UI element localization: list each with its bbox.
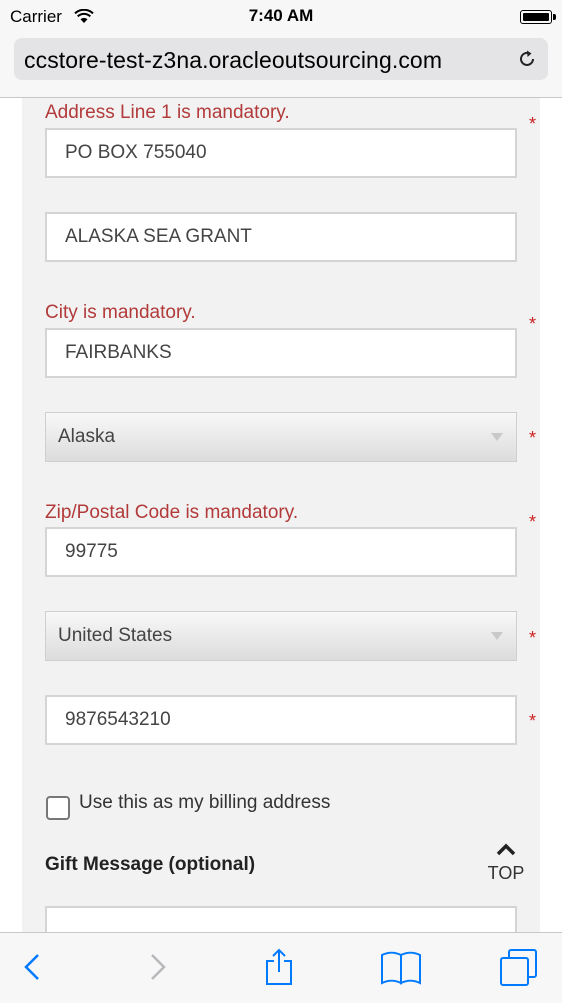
state-value: Alaska <box>58 426 116 447</box>
state-required-marker: * <box>529 428 537 448</box>
back-to-top-label: TOP <box>487 863 525 883</box>
tabs-icon[interactable] <box>498 947 540 992</box>
city-required-marker: * <box>529 314 537 334</box>
reload-icon[interactable] <box>516 48 538 75</box>
forward-icon[interactable] <box>144 947 170 992</box>
address1-required-marker: * <box>529 114 537 134</box>
back-to-top-button[interactable]: TOP <box>480 842 532 884</box>
status-bar: Carrier 7:40 AM <box>0 0 562 34</box>
billing-address-label[interactable]: Use this as my billing address <box>79 792 330 814</box>
share-icon[interactable] <box>262 947 296 992</box>
address-bar[interactable]: ccstore-test-z3na.oracleoutsourcing.com <box>14 38 548 80</box>
chevron-up-icon <box>496 843 516 856</box>
gift-message-field[interactable] <box>45 906 517 932</box>
browser-toolbar <box>0 932 562 1003</box>
chevron-down-icon <box>478 612 516 660</box>
phone-required-marker: * <box>529 711 537 731</box>
billing-address-checkbox[interactable] <box>46 796 70 820</box>
address1-error: Address Line 1 is mandatory. <box>45 102 290 123</box>
address2-value: ALASKA SEA GRANT <box>65 226 252 247</box>
back-icon[interactable] <box>20 947 46 992</box>
url-text[interactable]: ccstore-test-z3na.oracleoutsourcing.com <box>24 47 442 74</box>
zip-error: Zip/Postal Code is mandatory. <box>45 502 299 523</box>
zip-value: 99775 <box>65 541 118 562</box>
state-select[interactable]: Alaska <box>45 412 517 462</box>
city-error: City is mandatory. <box>45 302 196 323</box>
phone-value: 9876543210 <box>65 709 171 730</box>
gift-message-title: Gift Message (optional) <box>45 854 256 875</box>
country-value: United States <box>58 625 173 646</box>
address1-value: PO BOX 755040 <box>65 142 207 163</box>
bookmarks-icon[interactable] <box>378 947 424 992</box>
phone-field[interactable]: 9876543210 <box>45 695 517 745</box>
clock: 7:40 AM <box>248 6 314 25</box>
country-select[interactable]: United States <box>45 611 517 661</box>
city-value: FAIRBANKS <box>65 342 172 363</box>
page-content: Address Line 1 is mandatory. * PO BOX 75… <box>0 98 562 932</box>
zip-required-marker: * <box>529 512 537 532</box>
address2-field[interactable]: ALASKA SEA GRANT <box>45 212 517 262</box>
chevron-down-icon <box>478 413 516 461</box>
city-field[interactable]: FAIRBANKS <box>45 328 517 378</box>
battery-icon <box>520 10 556 24</box>
country-required-marker: * <box>529 628 537 648</box>
browser-chrome: ccstore-test-z3na.oracleoutsourcing.com <box>0 34 562 98</box>
zip-field[interactable]: 99775 <box>45 527 517 577</box>
address1-field[interactable]: PO BOX 755040 <box>45 128 517 178</box>
